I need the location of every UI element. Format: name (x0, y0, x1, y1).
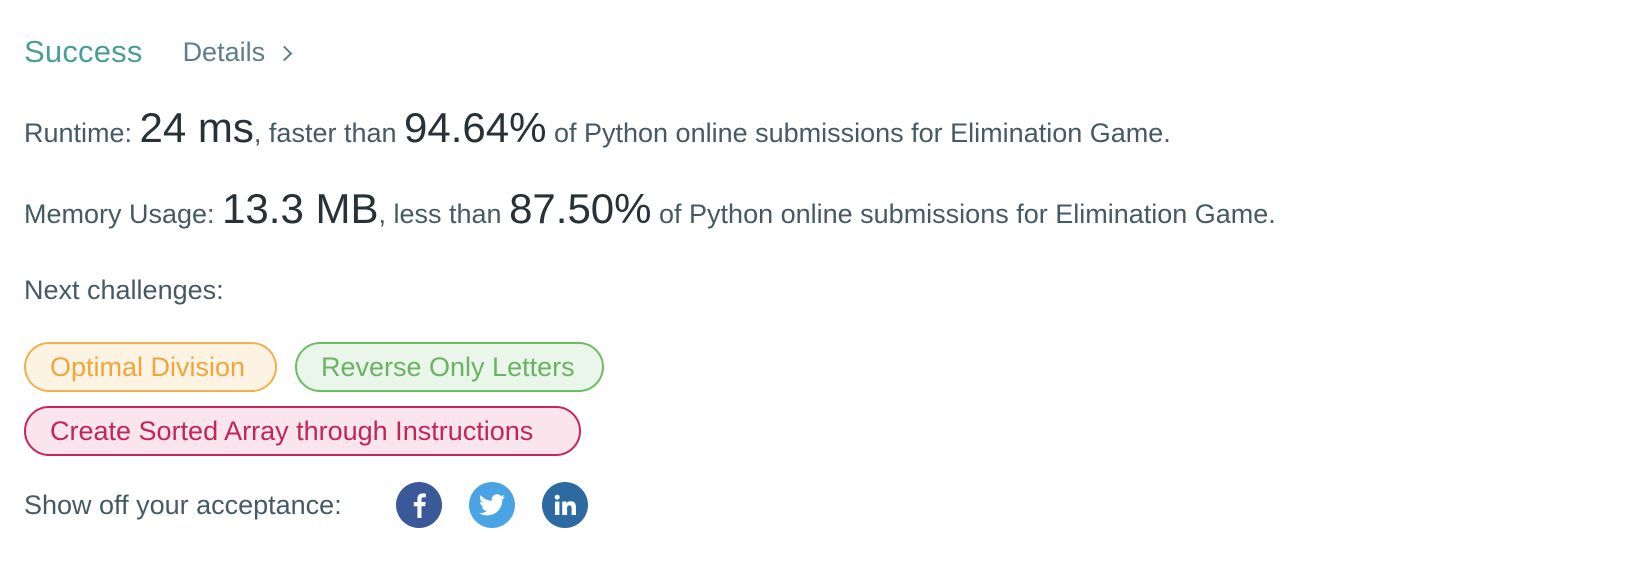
facebook-share-button[interactable] (395, 482, 442, 528)
runtime-suffix: of Python online submissions for Elimina… (546, 118, 1171, 148)
challenge-chip-label: Optimal Division (50, 351, 246, 382)
challenge-chip-create-sorted-array[interactable]: Create Sorted Array through Instructions (24, 406, 581, 456)
twitter-icon (478, 494, 505, 516)
linkedin-share-button[interactable] (541, 482, 588, 528)
chevron-right-icon (276, 45, 293, 61)
details-link[interactable]: Details (182, 36, 293, 68)
status-label: Success (24, 34, 143, 69)
facebook-icon (413, 493, 426, 518)
challenge-chip-reverse-only-letters[interactable]: Reverse Only Letters (295, 342, 604, 392)
memory-comparison: , less than (378, 199, 510, 229)
next-challenges-label: Next challenges: (24, 275, 224, 305)
memory-value: 13.3 MB (222, 185, 379, 232)
challenge-chip-label: Reverse Only Letters (321, 351, 575, 382)
runtime-percentile: 94.64% (404, 104, 547, 151)
linkedin-icon (554, 494, 576, 515)
memory-stat: Memory Usage: 13.3 MB , less than 87.50%… (24, 185, 1276, 233)
challenge-chip-label: Create Sorted Array through Instructions (50, 415, 534, 446)
runtime-value: 24 ms (139, 104, 254, 151)
memory-suffix: of Python online submissions for Elimina… (651, 199, 1276, 229)
twitter-share-button[interactable] (468, 482, 515, 528)
details-link-label: Details (182, 36, 266, 67)
runtime-label: Runtime: (24, 118, 140, 148)
runtime-stat: Runtime: 24 ms , faster than 94.64% of P… (24, 104, 1171, 152)
result-header: Success Details (24, 30, 293, 74)
share-row: Show off your acceptance: (24, 482, 588, 528)
challenge-chip-optimal-division[interactable]: Optimal Division (24, 342, 277, 392)
memory-percentile: 87.50% (509, 185, 652, 232)
share-label: Show off your acceptance: (24, 489, 342, 520)
memory-label: Memory Usage: (24, 199, 223, 229)
runtime-comparison: , faster than (253, 118, 405, 148)
